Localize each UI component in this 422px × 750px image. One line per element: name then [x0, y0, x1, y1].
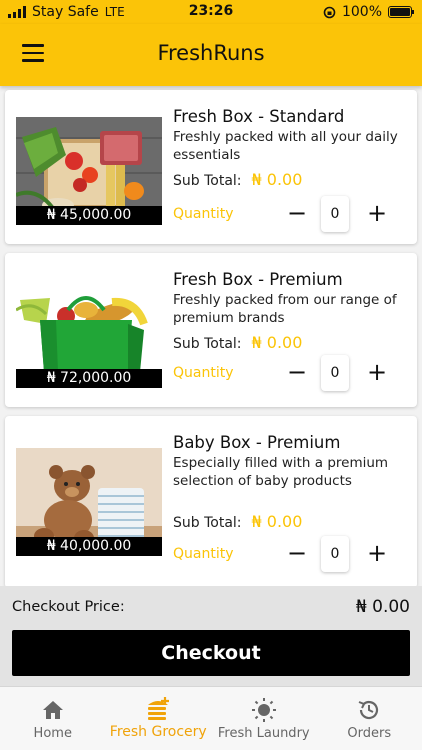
product-description: Freshly packed with all your daily essen…	[173, 129, 398, 163]
quantity-stepper: − 0 +	[285, 196, 395, 232]
product-title: Fresh Box - Premium	[173, 270, 343, 289]
quantity-label: Quantity	[173, 546, 234, 562]
product-image-grocery-bag: ₦ 72,000.00	[16, 280, 162, 388]
sub-total-row: Sub Total: ₦ 0.00	[173, 512, 302, 531]
product-image-baby-box: ₦ 40,000.00	[16, 448, 162, 556]
product-description: Freshly packed from our range of premium…	[173, 292, 397, 326]
quantity-field[interactable]: 0	[321, 196, 349, 232]
tab-home[interactable]: Home	[0, 687, 106, 750]
checkout-price-value: ₦ 0.00	[355, 597, 410, 617]
tab-fresh-grocery[interactable]: Fresh Grocery	[106, 687, 212, 750]
quantity-field[interactable]: 0	[321, 355, 349, 391]
sun-icon	[251, 698, 276, 722]
status-right: 100%	[323, 4, 414, 20]
product-card: ₦ 72,000.00 Fresh Box - Premium Freshly …	[5, 253, 417, 407]
tab-orders[interactable]: Orders	[317, 687, 422, 750]
checkout-price-label: Checkout Price:	[12, 599, 125, 615]
sub-total-row: Sub Total: ₦ 0.00	[173, 333, 302, 352]
grocery-icon	[148, 697, 170, 720]
sub-total-row: Sub Total: ₦ 0.00	[173, 170, 302, 189]
quantity-label: Quantity	[173, 365, 234, 381]
sub-total-label: Sub Total:	[173, 336, 242, 352]
tab-label: Fresh Laundry	[217, 726, 310, 741]
battery-icon	[388, 6, 414, 18]
history-icon	[358, 700, 379, 720]
product-description: Especially filled with a premium selecti…	[173, 455, 389, 489]
decrease-button[interactable]: −	[285, 540, 309, 568]
increase-button[interactable]: +	[365, 200, 389, 228]
product-card: ₦ 45,000.00 Fresh Box - Standard Freshly…	[5, 90, 417, 244]
quantity-stepper: − 0 +	[285, 355, 395, 391]
tab-label: Home	[33, 726, 72, 741]
app-bar: FreshRuns	[0, 24, 422, 86]
product-card: ₦ 40,000.00 Baby Box - Premium Especiall…	[5, 416, 417, 586]
tab-bar: Home Fresh Grocery Fresh Laundry Orders	[0, 686, 422, 750]
status-bar: Stay Safe LTE 23:26 100%	[0, 0, 422, 24]
orientation-lock-icon	[323, 6, 336, 18]
quantity-label: Quantity	[173, 206, 234, 222]
product-title: Fresh Box - Standard	[173, 107, 345, 126]
app-title: FreshRuns	[157, 41, 265, 65]
sub-total-value: ₦ 0.00	[251, 512, 303, 531]
decrease-button[interactable]: −	[285, 200, 309, 228]
increase-button[interactable]: +	[365, 359, 389, 387]
sub-total-value: ₦ 0.00	[251, 170, 303, 189]
tab-label: Fresh Grocery	[109, 724, 207, 740]
home-icon	[42, 701, 63, 719]
sub-total-label: Sub Total:	[173, 515, 242, 531]
increase-button[interactable]: +	[365, 540, 389, 568]
product-list[interactable]: ₦ 45,000.00 Fresh Box - Standard Freshly…	[0, 86, 422, 586]
sub-total-label: Sub Total:	[173, 173, 242, 189]
product-image-groceries: ₦ 45,000.00	[16, 117, 162, 225]
tab-label: Orders	[347, 726, 392, 741]
product-title: Baby Box - Premium	[173, 433, 341, 452]
quantity-field[interactable]: 0	[321, 536, 349, 572]
battery-percent: 100%	[341, 4, 382, 20]
price-tag: ₦ 72,000.00	[16, 369, 162, 388]
price-tag: ₦ 45,000.00	[16, 206, 162, 225]
quantity-stepper: − 0 +	[285, 536, 395, 572]
tab-fresh-laundry[interactable]: Fresh Laundry	[211, 687, 317, 750]
sub-total-value: ₦ 0.00	[251, 333, 303, 352]
checkout-button[interactable]: Checkout	[12, 630, 410, 676]
checkout-panel: Checkout Price: ₦ 0.00 Checkout	[0, 586, 422, 686]
price-tag: ₦ 40,000.00	[16, 537, 162, 556]
decrease-button[interactable]: −	[285, 359, 309, 387]
